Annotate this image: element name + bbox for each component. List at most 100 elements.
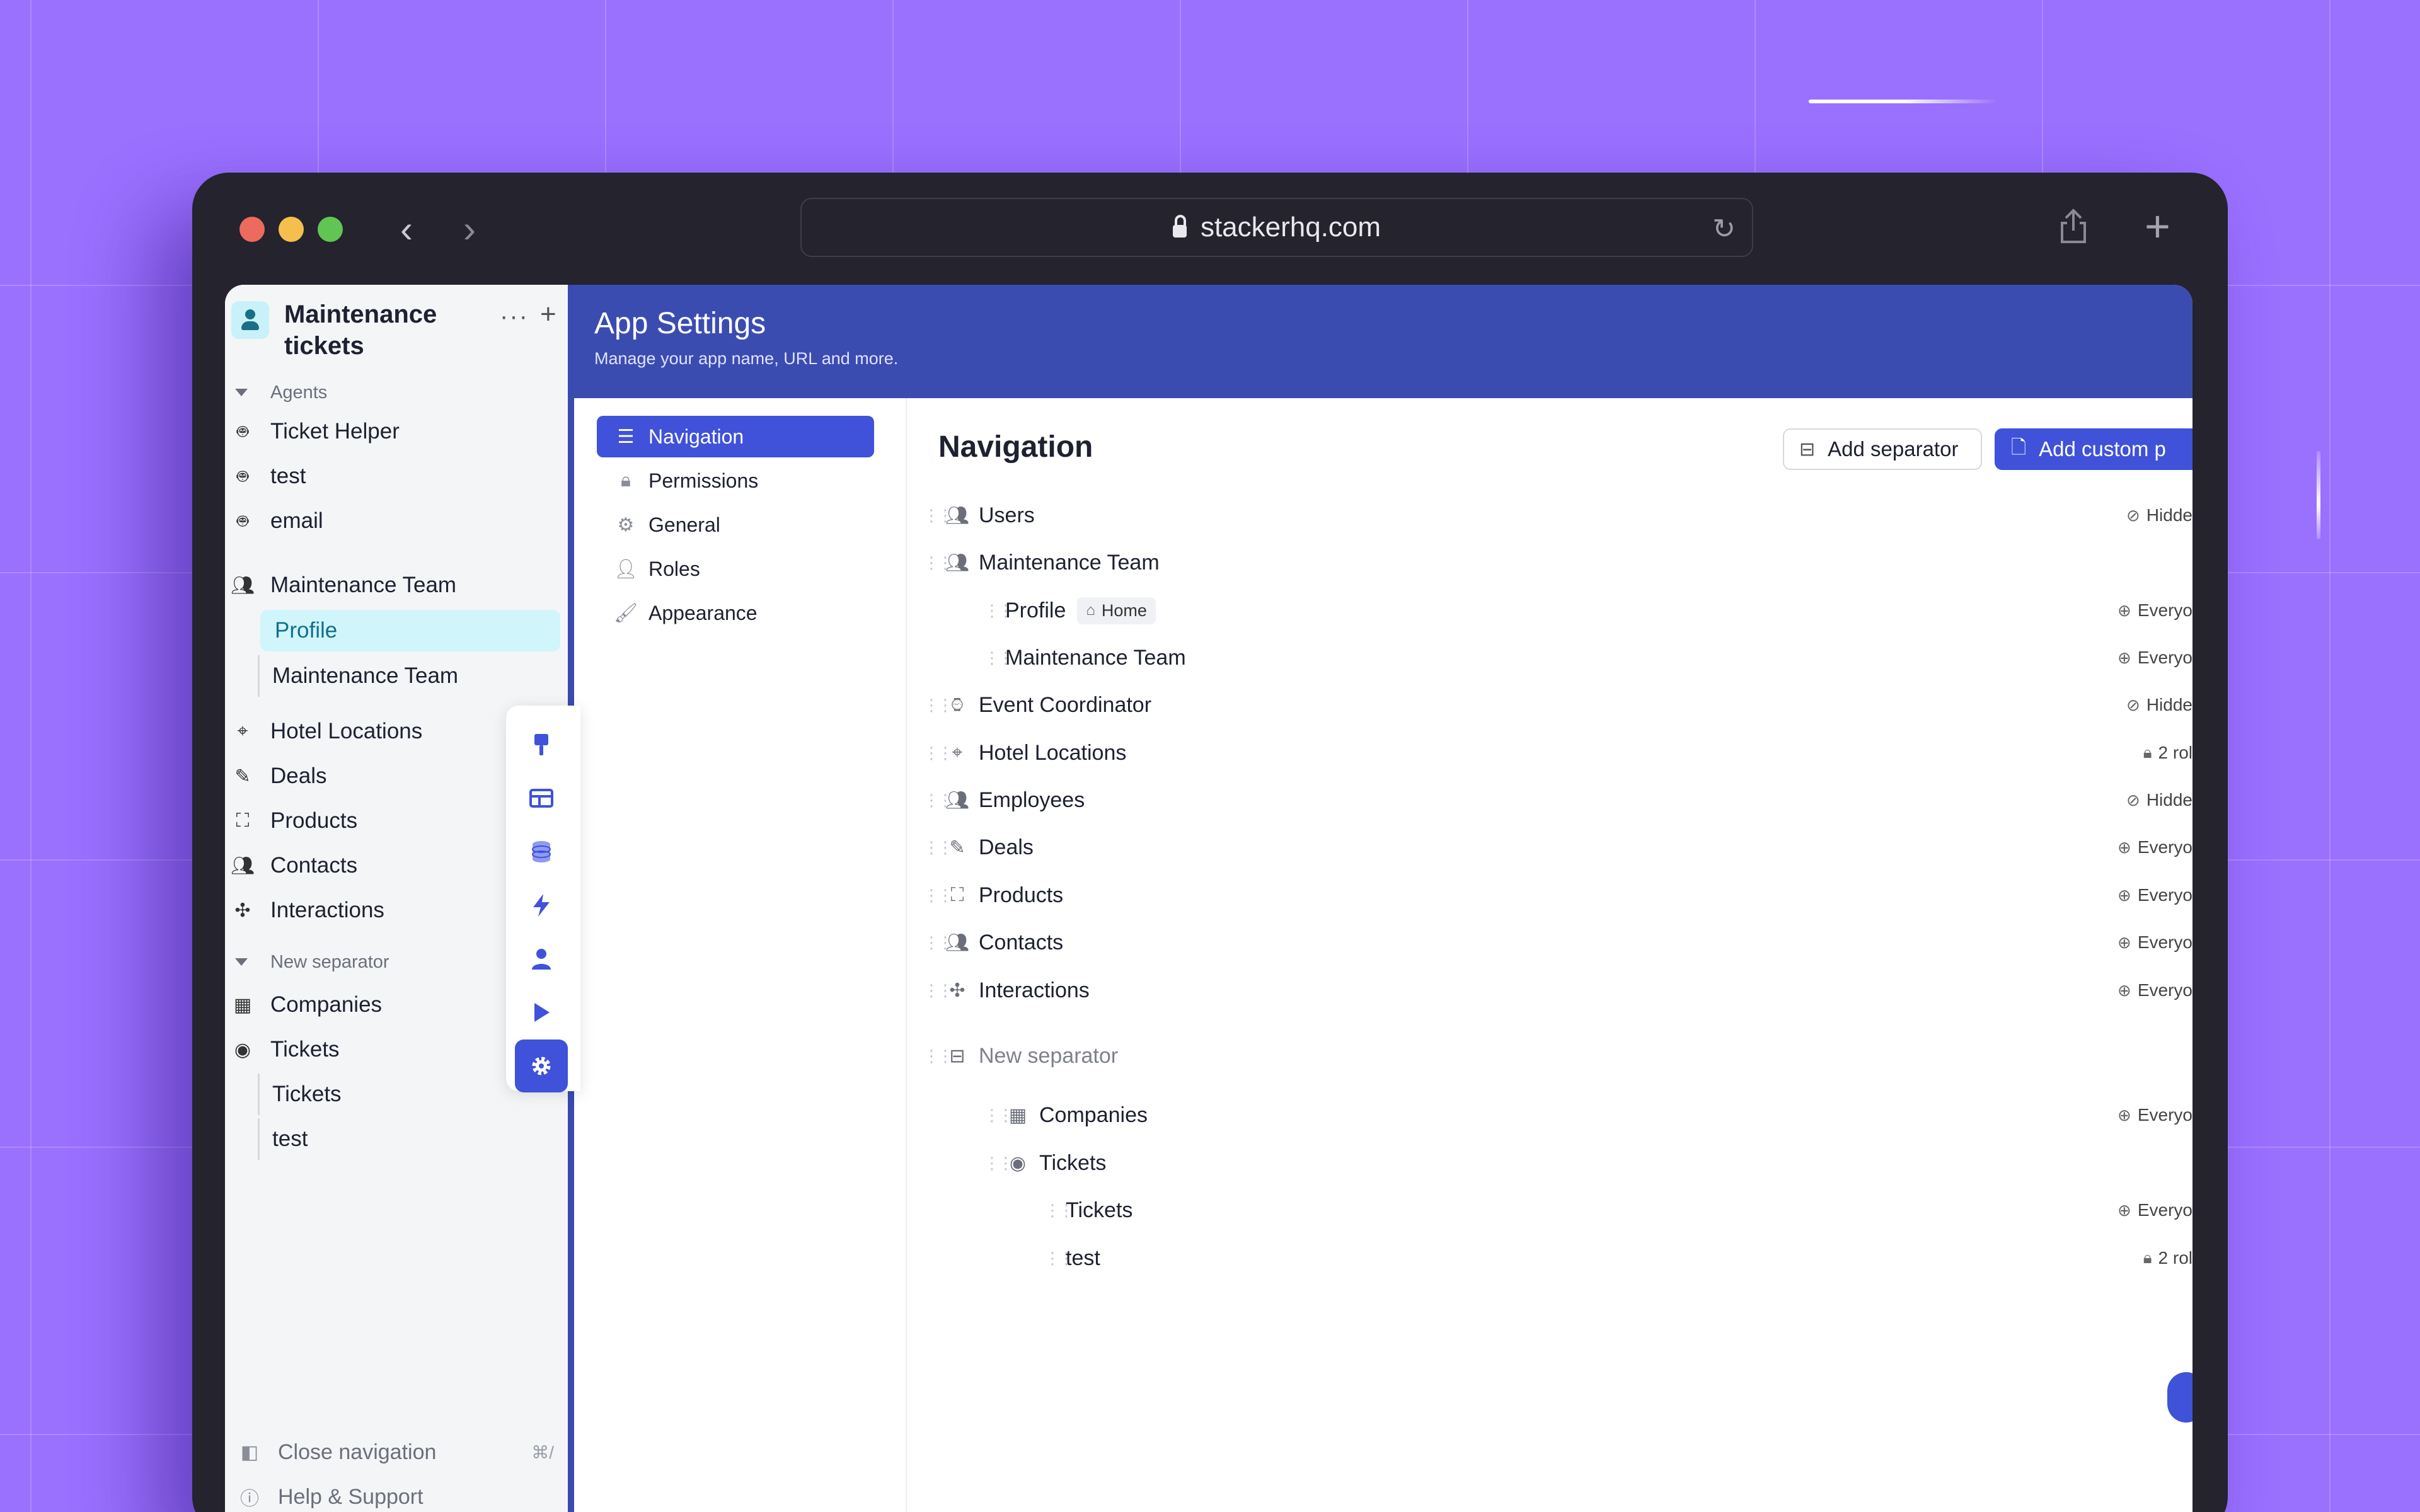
tool-data[interactable] [515,825,568,878]
address-bar[interactable]: stackerhq.com ↻ [800,198,1753,257]
nav-row-products[interactable]: ⋮⋮ ⛶ Products ⊕ Everyo [907,873,2192,918]
sidebar-item-maintenance-team-child[interactable]: Maintenance Team [258,655,560,697]
help-support-button[interactable]: ⓘ Help & Support [225,1477,565,1512]
drag-handle-icon[interactable]: ⋮⋮ [923,696,954,715]
nav-row-tickets[interactable]: ⋮⋮ ◉ Tickets [907,1140,2192,1186]
settings-nav-roles[interactable]: 👤︎ Roles [597,548,874,590]
tool-preview[interactable] [515,986,568,1039]
nav-row-companies[interactable]: ⋮⋮ ▦ Companies ⊕ Everyo [907,1092,2192,1138]
drag-handle-icon[interactable]: ⋮⋮ [984,601,1014,621]
add-icon[interactable]: + [540,299,556,330]
sidebar-item-deals[interactable]: ✎ Deals [225,757,326,796]
sidebar-item-tickets[interactable]: ◉ Tickets [225,1030,340,1069]
minimize-window-button[interactable] [279,217,304,242]
sidebar-item-contacts[interactable]: 👥︎ Contacts [225,846,357,885]
decorative-vertical-line [2317,451,2320,539]
caret-down-icon [235,389,248,396]
drag-handle-icon[interactable]: ⋮⋮ [923,933,954,953]
settings-nav-general[interactable]: ⚙ General [597,504,874,546]
add-separator-button[interactable]: ⊟ Add separator [1783,428,1982,470]
navigation-settings-panel: Navigation ⊟ Add separator 🗋︎ Add custom… [907,398,2192,1512]
nav-row-interactions[interactable]: ⋮⋮ ✣ Interactions ⊕ Everyo [907,968,2192,1013]
visibility-everyone[interactable]: ⊕ Everyo [2118,980,2192,1000]
drag-handle-icon[interactable]: ⋮⋮ [923,791,954,810]
drag-handle-icon[interactable]: ⋮⋮ [984,1154,1014,1173]
nav-row-contacts[interactable]: ⋮⋮ 👥︎ Contacts ⊕ Everyo [907,920,2192,965]
drag-handle-icon[interactable]: ⋮⋮ [923,1046,954,1066]
tool-tables[interactable] [515,772,568,825]
nav-row-new-separator[interactable]: ⋮⋮ ⊟ New separator [907,1033,2192,1079]
tool-automations[interactable] [515,879,568,932]
visibility-hidden[interactable]: ⊘ Hidde [2126,695,2192,715]
nav-row-hotel-locations[interactable]: ⋮⋮ ⌖ Hotel Locations 🔒︎ 2 rol [907,730,2192,776]
row-label: Products [979,883,1064,907]
nav-row-maintenance-team-child[interactable]: ⋮⋮ Maintenance Team ⊕ Everyo [907,635,2192,680]
perm-label: Everyo [2137,980,2192,1000]
chat-launcher-button[interactable] [2167,1372,2192,1423]
more-options-icon[interactable]: ··· [500,302,529,331]
tool-users[interactable] [515,932,568,985]
sidebar-item-ticket-helper[interactable]: 🤖︎ Ticket Helper [225,412,400,451]
drag-handle-icon[interactable]: ⋮⋮ [923,981,954,1000]
reload-icon[interactable]: ↻ [1712,213,1736,245]
nav-row-employees[interactable]: ⋮⋮ 👥︎ Employees ⊘ Hidde [907,777,2192,823]
settings-nav-navigation[interactable]: ☰ Navigation [597,416,874,457]
drag-handle-icon[interactable]: ⋮⋮ [923,743,954,763]
tool-theme[interactable] [515,718,568,771]
close-navigation-button[interactable]: ◧ Close navigation ⌘/ [225,1433,565,1472]
visibility-everyone[interactable]: ⊕ Everyo [2118,1200,2192,1220]
drag-handle-icon[interactable]: ⋮⋮ [1044,1201,1075,1220]
sidebar-item-products[interactable]: ⛶ Products [225,801,358,840]
add-custom-page-button[interactable]: 🗋︎ Add custom p [1995,428,2192,470]
nav-row-users[interactable]: ⋮⋮ 👥︎ Users ⊘ Hidde [907,493,2192,538]
settings-nav-permissions[interactable]: 🔒︎ Permissions [597,460,874,501]
sidebar-item-profile[interactable]: Profile [260,610,560,651]
close-window-button[interactable] [239,217,265,242]
nav-row-deals[interactable]: ⋮⋮ ✎ Deals ⊕ Everyo [907,825,2192,870]
visibility-hidden[interactable]: ⊘ Hidde [2126,790,2192,810]
building-icon: ▦ [233,994,252,1016]
drag-handle-icon[interactable]: ⋮⋮ [923,838,954,857]
drag-handle-icon[interactable]: ⋮⋮ [984,1106,1014,1125]
forward-button[interactable]: › [463,210,476,248]
drag-handle-icon[interactable]: ⋮⋮ [1044,1249,1075,1268]
visibility-hidden[interactable]: ⊘ Hidde [2126,505,2192,525]
sidebar-item-test[interactable]: 🤖︎ test [225,457,306,496]
drag-handle-icon[interactable]: ⋮⋮ [984,648,1014,668]
visibility-everyone[interactable]: ⊕ Everyo [2118,1105,2192,1125]
share-icon[interactable] [2060,208,2087,244]
sidebar-section-new-separator[interactable]: New separator [225,946,389,978]
nav-row-tickets-child[interactable]: ⋮⋮ Tickets ⊕ Everyo [907,1188,2192,1233]
new-tab-button[interactable]: + [2145,204,2170,248]
drag-handle-icon[interactable]: ⋮⋮ [923,553,954,573]
drag-handle-icon[interactable]: ⋮⋮ [923,886,954,905]
maximize-window-button[interactable] [318,217,343,242]
location-pin-icon: ⌖ [952,742,963,763]
settings-nav-appearance[interactable]: 🖌︎ Appearance [597,592,874,634]
nav-row-event-coordinator[interactable]: ⋮⋮ ⌚︎ Event Coordinator ⊘ Hidde [907,682,2192,728]
visibility-roles[interactable]: 🔒︎ 2 rol [2143,743,2192,763]
visibility-everyone[interactable]: ⊕ Everyo [2118,837,2192,857]
sidebar-item-companies[interactable]: ▦ Companies [225,985,382,1024]
visibility-everyone[interactable]: ⊕ Everyo [2118,885,2192,905]
target-icon: ◉ [234,1039,251,1060]
sidebar-item-email[interactable]: 🤖︎ email [225,501,323,541]
visibility-everyone[interactable]: ⊕ Everyo [2118,648,2192,668]
sidebar-item-interactions[interactable]: ✣ Interactions [225,891,384,930]
lock-icon [1172,215,1187,238]
visibility-roles[interactable]: 🔒︎ 2 rol [2143,1248,2192,1268]
app-viewport: Maintenance tickets ··· + Agents 🤖︎ Tick… [225,285,2192,1512]
sidebar-item-maintenance-team[interactable]: 👥︎ Maintenance Team [225,566,456,605]
visibility-everyone[interactable]: ⊕ Everyo [2118,600,2192,621]
sidebar-item-test-child[interactable]: test [258,1118,560,1160]
tool-settings[interactable] [515,1040,568,1092]
nav-row-profile[interactable]: ⋮⋮ Profile ⌂ Home ⊕ Everyo [907,588,2192,633]
sidebar-item-hotel-locations[interactable]: ⌖ Hotel Locations [225,712,423,751]
nav-row-maintenance-team[interactable]: ⋮⋮ 👥︎ Maintenance Team [907,540,2192,585]
sidebar-section-agents[interactable]: Agents [225,377,327,408]
drag-handle-icon[interactable]: ⋮⋮ [923,506,954,525]
nav-row-test-child[interactable]: ⋮⋮ test 🔒︎ 2 rol [907,1235,2192,1281]
visibility-everyone[interactable]: ⊕ Everyo [2118,932,2192,953]
team-icon: 👥︎ [945,789,970,811]
back-button[interactable]: ‹ [400,210,413,248]
